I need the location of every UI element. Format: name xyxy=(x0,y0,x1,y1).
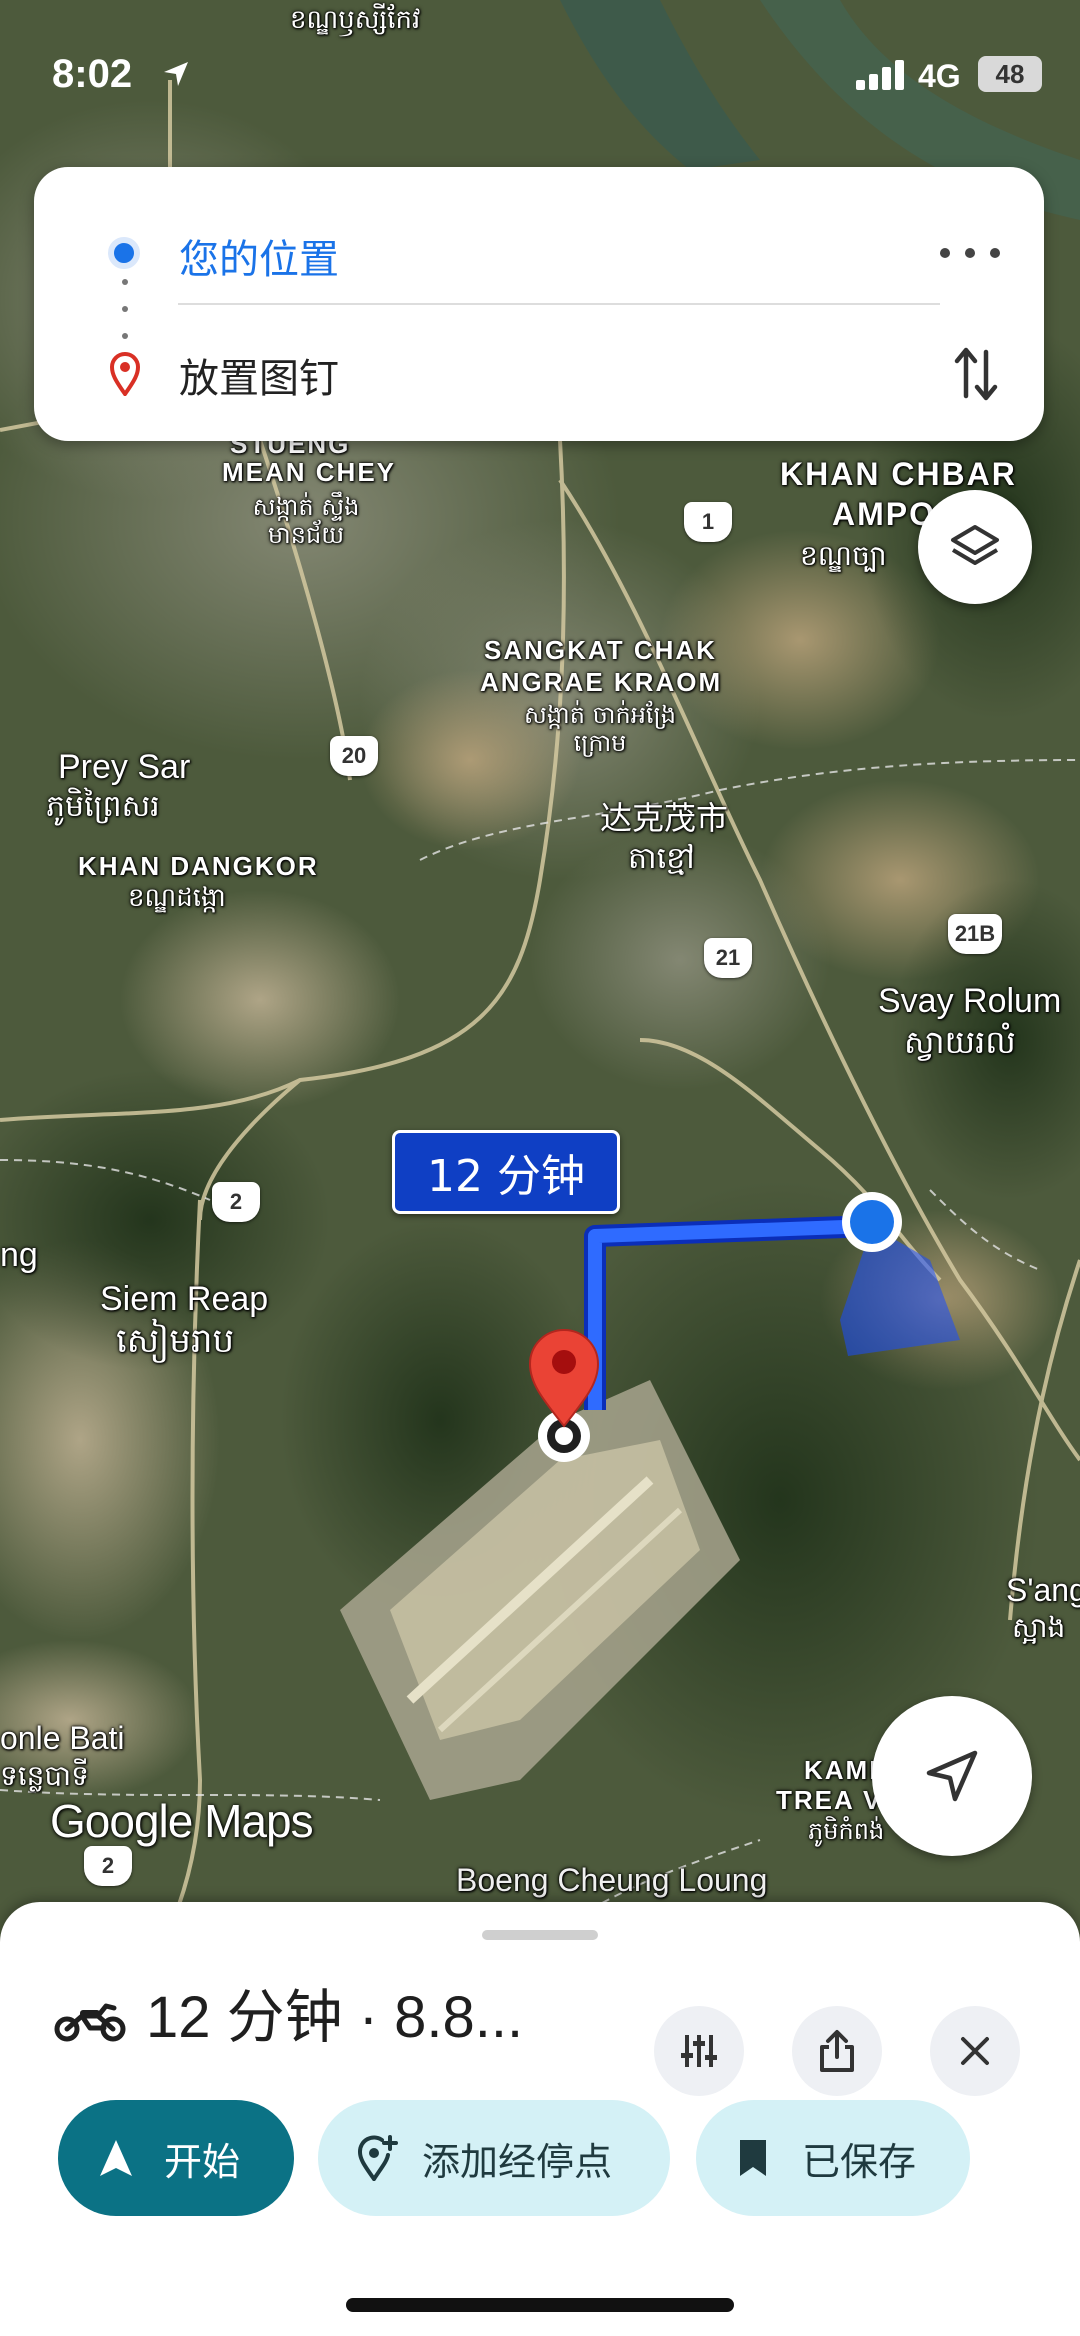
destination-row[interactable]: 放置图钉 xyxy=(34,332,1044,432)
my-location-button[interactable] xyxy=(872,1696,1032,1856)
map-label: សង្កាត់ ចាក់អង្រែក្រោម xyxy=(524,701,676,757)
map-label: Siem Reap xyxy=(100,1280,269,1318)
map-label: សង្កាត់ ស្ទឹងមានជ័យ xyxy=(252,493,360,549)
map-label: SANGKAT CHAK xyxy=(484,635,717,665)
network-type: 4G xyxy=(918,58,961,94)
close-button[interactable] xyxy=(930,2006,1020,2096)
map-label: ng xyxy=(0,1236,38,1274)
map-label: MEAN CHEY xyxy=(222,457,397,487)
map-label: KHAN DANGKOR xyxy=(78,851,319,881)
share-icon xyxy=(820,2030,854,2072)
map-label: ស្អាង xyxy=(1012,1611,1066,1644)
road-shield: 2 xyxy=(212,1182,260,1222)
navigation-icon xyxy=(100,2140,132,2176)
map-label: TREA V xyxy=(776,1785,883,1815)
destination-input[interactable]: 放置图钉 xyxy=(179,346,339,404)
origin-row[interactable]: 您的位置 xyxy=(34,197,1044,297)
map-label: Boeng Cheung Loung xyxy=(456,1862,768,1898)
google-maps-logo: Google Maps xyxy=(50,1795,314,1847)
route-summary: 12 分钟 · 8.8... xyxy=(146,1985,524,2050)
add-stop-icon xyxy=(358,2135,398,2181)
saved-button[interactable]: 已保存 xyxy=(696,2100,970,2216)
map-label: onle Bati xyxy=(0,1720,125,1756)
battery-indicator: 48 xyxy=(978,56,1042,92)
map-label: S'ang xyxy=(1006,1572,1080,1608)
map-label: ស្វាយរលំ xyxy=(904,1023,1016,1061)
map-label: ខណ្ឌច្បា xyxy=(800,539,887,572)
close-icon xyxy=(961,2037,989,2065)
map-label: ទន្លេបាទី xyxy=(0,1759,89,1792)
divider xyxy=(178,303,940,305)
saved-label: 已保存 xyxy=(802,2139,917,2184)
road-shield: 21 xyxy=(704,938,752,978)
motorcycle-icon xyxy=(54,2003,126,2042)
layers-icon xyxy=(951,525,999,565)
pin-icon xyxy=(110,352,140,396)
add-stop-button[interactable]: 添加经停点 xyxy=(318,2100,670,2216)
route-options-button[interactable] xyxy=(654,2006,744,2096)
map-label: សៀមរាប xyxy=(116,1321,235,1361)
my-location-icon xyxy=(926,1750,978,1802)
map-label: KHAN CHBAR xyxy=(780,456,1017,492)
layers-button[interactable] xyxy=(918,490,1032,604)
location-arrow-icon xyxy=(164,62,188,86)
road-shield: 21B xyxy=(948,914,1002,954)
map-label: Prey Sar xyxy=(58,748,191,786)
route-duration-label[interactable]: 12 分钟 xyxy=(392,1130,620,1214)
map-label: តាខ្មៅ xyxy=(628,841,695,876)
status-time: 8:02 xyxy=(52,52,133,96)
add-stop-label: 添加经停点 xyxy=(422,2139,613,2184)
swap-icon[interactable] xyxy=(954,344,998,404)
sheet-drag-handle[interactable] xyxy=(482,1930,598,1940)
origin-input[interactable]: 您的位置 xyxy=(179,227,339,285)
share-button[interactable] xyxy=(792,2006,882,2096)
home-indicator[interactable] xyxy=(346,2298,734,2312)
map-label: ភូមិព្រៃសរ xyxy=(46,789,160,824)
status-bar: 8:02 4G 48 xyxy=(0,0,1080,150)
map-label: Svay Rolum xyxy=(878,982,1062,1020)
map-label: ភូមិកំពង់ xyxy=(808,1817,885,1845)
route-bottom-sheet: 12 分钟 · 8.8... 开始 添加经停点 已保存 xyxy=(0,1902,1080,2336)
route-connector-dots xyxy=(122,279,128,339)
road-shield: 20 xyxy=(330,736,378,776)
signal-icon xyxy=(856,60,904,90)
start-label: 开始 xyxy=(164,2139,241,2184)
map-label: ខណ្ឌដង្កោ xyxy=(128,883,226,913)
road-shield: 1 xyxy=(684,502,732,542)
directions-card: 您的位置 放置图钉 xyxy=(34,167,1044,441)
your-location-dot-icon xyxy=(108,237,140,269)
bookmark-icon xyxy=(740,2140,766,2176)
more-icon[interactable] xyxy=(940,241,1000,265)
road-shield: 2 xyxy=(84,1846,132,1886)
map-label: ANGRAE KRAOM xyxy=(480,667,723,697)
map-label: 达克茂市 xyxy=(600,800,729,836)
filter-icon xyxy=(681,2035,717,2067)
start-navigation-button[interactable]: 开始 xyxy=(58,2100,294,2216)
